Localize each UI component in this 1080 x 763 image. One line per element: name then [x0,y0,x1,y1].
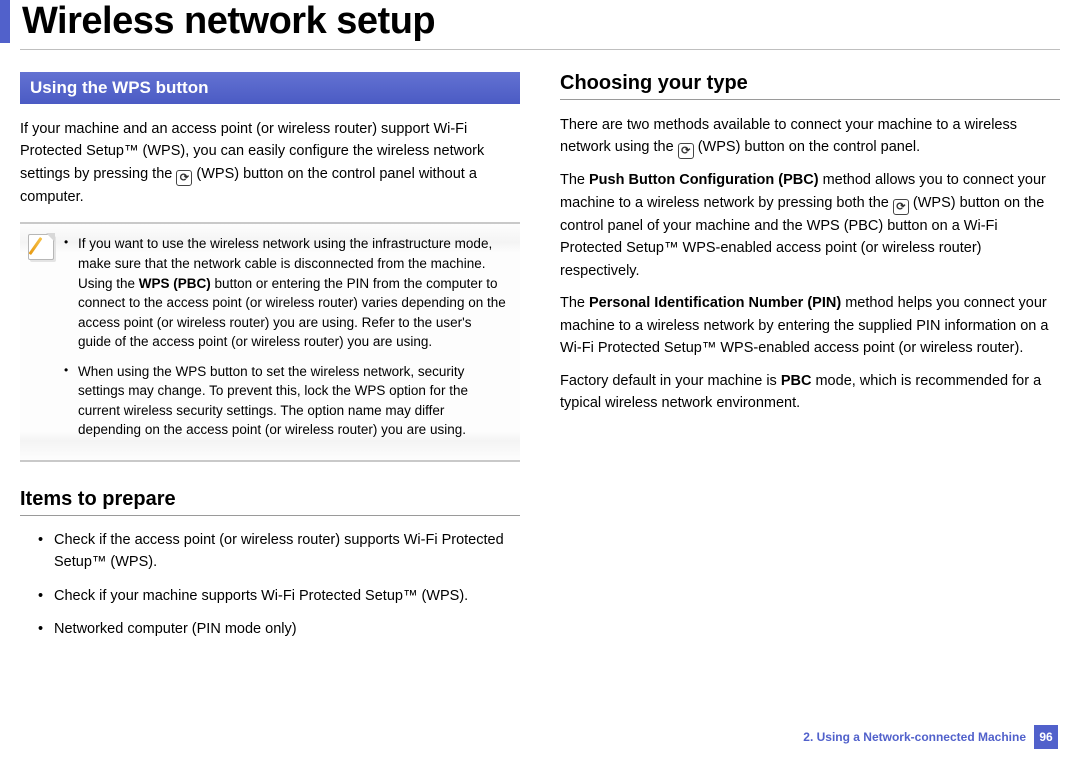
left-column: Using the WPS button If your machine and… [20,72,520,653]
footer: 2. Using a Network-connected Machine 96 [803,725,1058,749]
wps-icon: ⟳ [893,199,909,215]
choosing-p4: Factory default in your machine is PBC m… [560,370,1060,415]
items-heading: Items to prepare [20,488,520,511]
p2-pre: The [560,172,589,188]
intro-paragraph: If your machine and an access point (or … [20,118,520,208]
p3-bold: Personal Identification Number (PIN) [589,295,841,311]
items-divider [20,515,520,516]
note-list: If you want to use the wireless network … [64,234,508,450]
p1-after: (WPS) button on the control panel. [698,139,920,155]
page-number-badge: 96 [1034,725,1058,749]
p2-bold: Push Button Configuration (PBC) [589,172,819,188]
choosing-p2: The Push Button Configuration (PBC) meth… [560,169,1060,282]
list-item: Check if the access point (or wireless r… [38,530,520,574]
p3-pre: The [560,295,589,311]
page-title: Wireless network setup [22,0,1080,43]
choosing-p3: The Personal Identification Number (PIN)… [560,292,1060,359]
choosing-heading: Choosing your type [560,72,1060,95]
list-item: Check if your machine supports Wi-Fi Pro… [38,586,520,608]
choosing-divider [560,99,1060,100]
wps-icon: ⟳ [176,170,192,186]
section-heading-wps: Using the WPS button [20,72,520,104]
list-item: Networked computer (PIN mode only) [38,619,520,641]
p4-pre: Factory default in your machine is [560,373,781,389]
p4-bold: PBC [781,373,812,389]
note-item: If you want to use the wireless network … [64,234,508,351]
title-bar: Wireless network setup [0,0,1080,43]
note-item: When using the WPS button to set the wir… [64,362,508,440]
choosing-p1: There are two methods available to conne… [560,114,1060,159]
items-list: Check if the access point (or wireless r… [20,530,520,641]
note-icon [28,234,54,260]
content-columns: Using the WPS button If your machine and… [0,72,1080,653]
title-divider [20,49,1060,50]
note-bold: WPS (PBC) [139,276,211,291]
right-column: Choosing your type There are two methods… [560,72,1060,653]
wps-icon: ⟳ [678,143,694,159]
note-text: When using the WPS button to set the wir… [78,364,468,438]
note-box: If you want to use the wireless network … [20,222,520,462]
footer-chapter: 2. Using a Network-connected Machine [803,730,1026,744]
